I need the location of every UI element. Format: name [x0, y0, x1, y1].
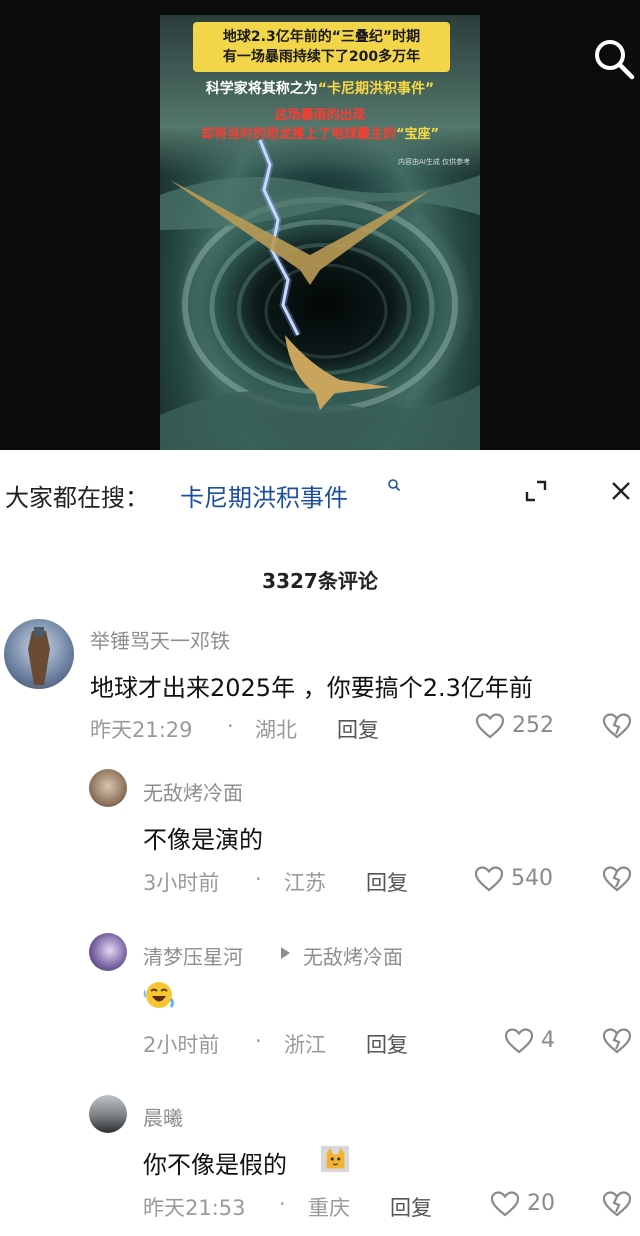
meta-separator: · — [227, 714, 234, 738]
heart-outline-icon[interactable] — [475, 712, 505, 740]
broken-heart-icon[interactable] — [602, 712, 632, 740]
comment-location: 浙江 — [284, 1033, 326, 1057]
reply-button[interactable]: 回复 — [390, 1192, 432, 1222]
video-player[interactable]: 地球2.3亿年前的“三叠纪”时期 有一场暴雨持续下了200多万年 科学家将其称之… — [0, 0, 640, 450]
comment-text: 你不像是假的 — [143, 1151, 287, 1179]
comment-username[interactable]: 无敌烤冷面 — [143, 777, 243, 806]
comment-username[interactable]: 举锤骂天一邓铁 — [90, 625, 230, 654]
reply-to-username[interactable]: 无敌烤冷面 — [303, 941, 403, 970]
laughing-crying-emoji — [143, 982, 174, 1008]
broken-heart-icon[interactable] — [602, 865, 632, 893]
comment-text: 不像是演的 — [143, 826, 263, 854]
video-title-banner: 地球2.3亿年前的“三叠纪”时期 有一场暴雨持续下了200多万年 — [193, 22, 450, 72]
reply-button[interactable]: 回复 — [366, 867, 408, 897]
like-count: 252 — [512, 713, 554, 738]
comment-time: 昨天21:53 — [143, 1196, 246, 1220]
avatar[interactable] — [89, 1095, 127, 1133]
comment-username[interactable]: 晨曦 — [143, 1102, 183, 1131]
broken-heart-icon[interactable] — [602, 1027, 632, 1055]
close-icon[interactable] — [610, 480, 632, 502]
heart-outline-icon[interactable] — [490, 1190, 520, 1218]
comment-time: 昨天21:29 — [90, 718, 193, 742]
meta-separator: · — [255, 867, 262, 891]
suggestion-link[interactable]: 卡尼期洪积事件 — [180, 478, 348, 513]
video-poster: 地球2.3亿年前的“三叠纪”时期 有一场暴雨持续下了200多万年 科学家将其称之… — [160, 15, 480, 450]
comment-time: 3小时前 — [143, 871, 220, 895]
broken-heart-icon[interactable] — [602, 1190, 632, 1218]
video-subtitle-line3: 却将当时的恐龙推上了地球霸主的“宝座” — [200, 127, 440, 142]
meta-separator: · — [255, 1029, 262, 1053]
like-count: 540 — [511, 866, 553, 891]
heart-outline-icon[interactable] — [474, 865, 504, 893]
comment-location: 湖北 — [255, 718, 297, 742]
video-title-line1: 地球2.3亿年前的“三叠纪”时期 — [222, 29, 421, 45]
comment-username[interactable]: 清梦压星河 — [143, 941, 243, 970]
expand-icon[interactable] — [525, 480, 547, 502]
like-count: 20 — [527, 1191, 555, 1216]
like-count: 4 — [541, 1028, 555, 1053]
avatar[interactable] — [89, 769, 127, 807]
reply-arrow-icon — [281, 947, 290, 959]
comment-text: 地球才出来2025年 ，你要搞个2.3亿年前 — [90, 674, 533, 702]
ai-generated-credit: 内容由AI生成 仅供参考 — [398, 158, 471, 166]
search-icon[interactable] — [590, 35, 638, 83]
avatar[interactable] — [4, 619, 74, 689]
comment-location: 江苏 — [284, 871, 326, 895]
comment-location: 重庆 — [308, 1196, 350, 1220]
video-subtitle-line1: 科学家将其称之为“卡尼期洪积事件” — [205, 81, 435, 97]
video-subtitle-line2: 这场暴雨的出现 — [274, 108, 366, 123]
suggestion-label: 大家都在搜： — [5, 484, 149, 512]
comments-count: 3327条评论 — [262, 569, 378, 593]
cat-emoji — [320, 1145, 350, 1173]
video-title-line2: 有一场暴雨持续下了200多万年 — [222, 49, 421, 65]
reply-button[interactable]: 回复 — [337, 714, 379, 744]
comment-time: 2小时前 — [143, 1033, 220, 1057]
search-icon — [388, 479, 401, 492]
heart-outline-icon[interactable] — [504, 1027, 534, 1055]
meta-separator: · — [279, 1192, 286, 1216]
reply-button[interactable]: 回复 — [366, 1029, 408, 1059]
avatar[interactable] — [89, 933, 127, 971]
